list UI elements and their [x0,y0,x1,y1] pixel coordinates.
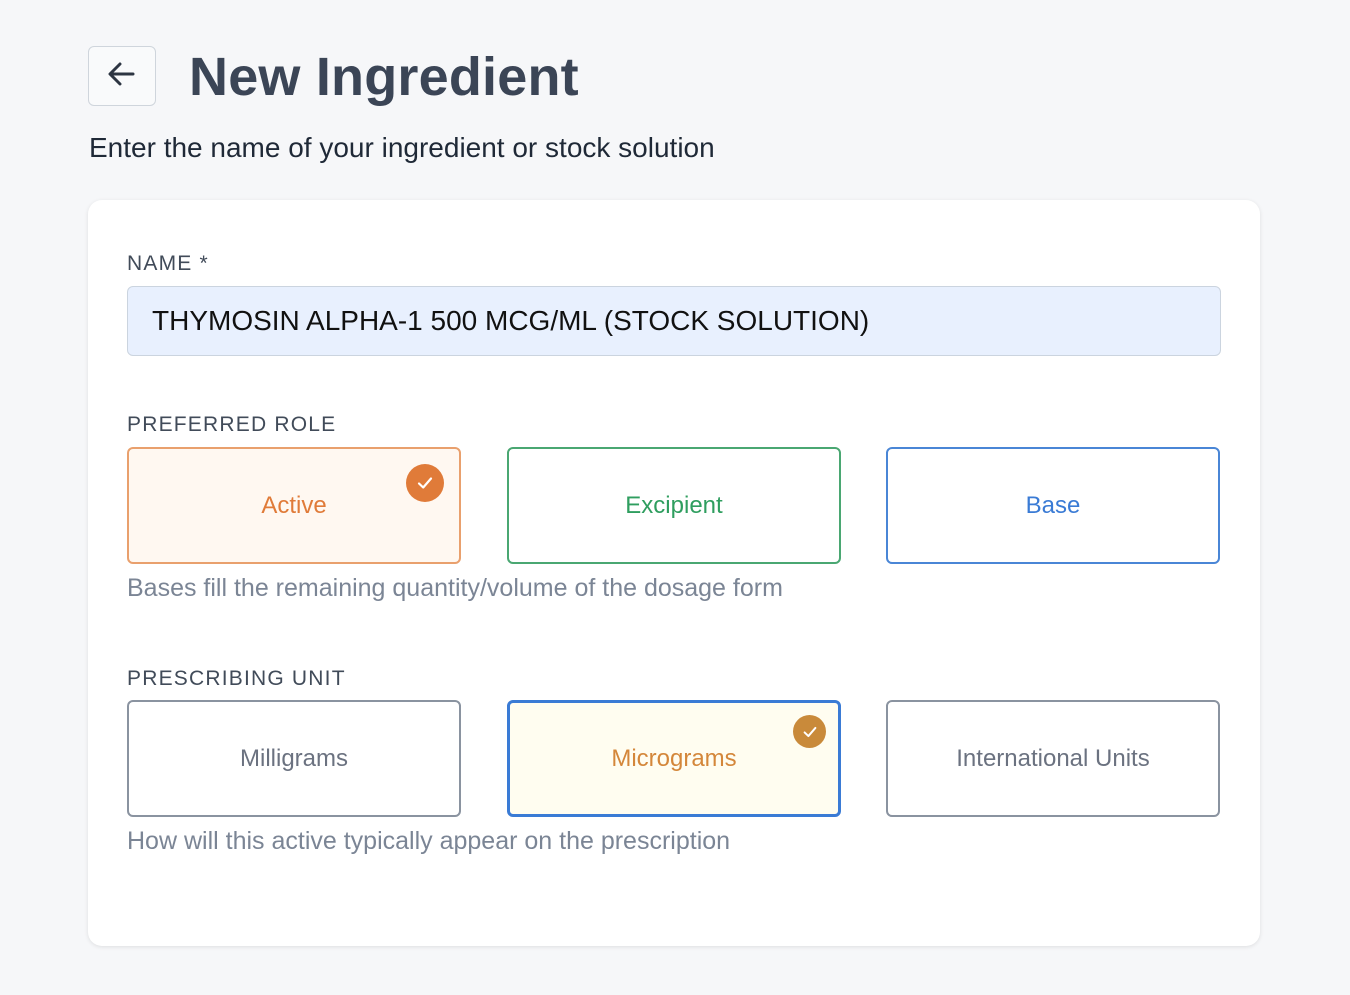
check-circle-icon [793,715,826,748]
unit-option-international-units[interactable]: International Units [886,700,1220,817]
unit-hint: How will this active typically appear on… [127,827,731,855]
name-input[interactable] [127,286,1221,356]
role-option-label: Active [261,491,327,519]
unit-option-micrograms[interactable]: Micrograms [507,700,841,817]
page-subtitle: Enter the name of your ingredient or sto… [89,132,715,163]
name-label: NAME * [127,252,209,275]
role-hint: Bases fill the remaining quantity/volume… [127,574,783,602]
role-option-label: Base [1025,491,1081,519]
unit-option-label: Micrograms [611,744,737,772]
role-option-active[interactable]: Active [127,447,461,564]
unit-option-label: Milligrams [240,744,348,772]
unit-option-milligrams[interactable]: Milligrams [127,700,461,817]
prescribing-unit-label: PRESCRIBING UNIT [127,667,346,690]
check-circle-icon [406,464,444,502]
ingredient-form-card: NAME * PREFERRED ROLE Active Excipient B… [88,200,1260,946]
back-button[interactable] [88,46,156,106]
unit-option-label: International Units [956,744,1150,772]
page-title: New Ingredient [189,47,579,107]
arrow-left-icon [105,57,139,96]
role-option-excipient[interactable]: Excipient [507,447,841,564]
role-option-label: Excipient [625,491,723,519]
preferred-role-label: PREFERRED ROLE [127,413,337,436]
role-option-base[interactable]: Base [886,447,1220,564]
